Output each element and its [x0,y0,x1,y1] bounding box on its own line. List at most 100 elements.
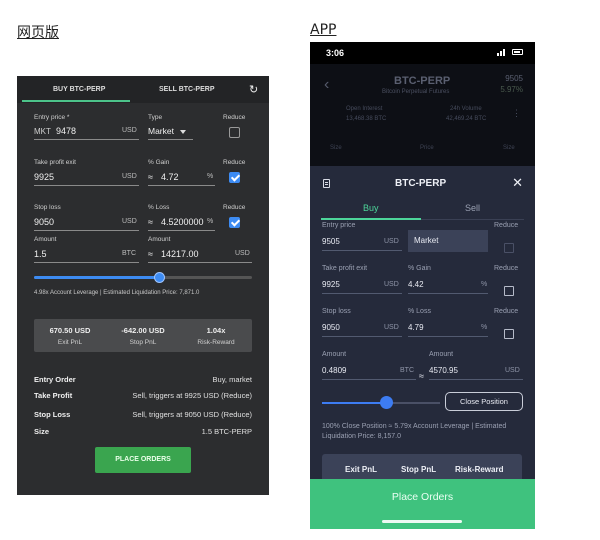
stop-loss-reduce-checkbox[interactable] [229,217,240,228]
battery-icon [512,49,523,55]
type-label: Type [148,114,163,121]
loss-unit: % [481,324,488,331]
tab-sell[interactable]: SELL BTC-PERP [159,86,215,93]
amount-btc-underline [322,379,416,380]
risk-reward-label: Risk-Reward [197,339,235,346]
entry-reduce-checkbox[interactable] [504,243,514,253]
take-profit-reduce-checkbox[interactable] [229,172,240,183]
gain-label: % Gain [408,265,431,272]
amount-usd-input[interactable]: 14217.00 [161,249,199,259]
loss-underline [148,230,215,231]
loss-input[interactable]: 4.79 [408,323,424,332]
loss-input[interactable]: 4.5200000 [161,217,204,227]
pnl-summary: 670.50 USD Exit PnL -642.00 USD Stop PnL… [34,319,252,352]
more-icon[interactable]: ⋮ [512,108,521,119]
entry-price-unit: USD [122,127,137,134]
app-caption: APP [310,22,337,38]
summary-value: Sell, triggers at 9925 USD (Reduce) [132,391,252,400]
summary-label: Stop Loss [34,410,71,419]
back-icon[interactable]: ‹ [324,76,329,94]
amount-approx: ≈ [419,371,424,381]
amount-usd-label: Amount [148,236,171,243]
order-type-value: Market [414,236,439,245]
open-interest-label: Open Interest [346,106,383,112]
web-tab-bar: BUY BTC-PERP SELL BTC-PERP ↻ [17,76,269,103]
summary-value: Sell, triggers at 9050 USD (Reduce) [132,410,252,419]
signal-icon [503,49,505,56]
slider-fill [322,402,387,404]
status-icons [497,48,523,56]
summary-value: 1.5 BTC-PERP [201,427,252,436]
order-type-select[interactable]: Market [408,230,488,252]
type-select[interactable]: Market [148,126,174,136]
gain-unit: % [481,281,488,288]
entry-price-label: Entry price * [34,114,70,121]
web-order-panel: BUY BTC-PERP SELL BTC-PERP ↻ Entry price… [17,76,269,495]
summary-label: Take Profit [34,391,73,400]
gain-underline [408,293,488,294]
home-indicator [382,520,462,523]
close-position-button[interactable]: Close Position [445,392,523,411]
orderbook-col-size: Size [330,145,342,151]
place-orders-button[interactable]: Place Orders [310,479,535,529]
amount-btc-input[interactable]: 0.4809 [322,366,346,375]
stop-loss-reduce-checkbox[interactable] [504,329,514,339]
place-orders-label: Place Orders [391,491,454,503]
take-profit-reduce-checkbox[interactable] [504,286,514,296]
amount-btc-label: Amount [322,351,347,358]
gain-approx: ≈ [148,172,153,182]
stop-loss-unit: USD [384,324,399,331]
take-profit-label: Take profit exit [322,265,368,272]
entry-price-label: Entry price [322,222,356,229]
tab-buy[interactable]: Buy [363,203,379,213]
amount-btc-input[interactable]: 1.5 [34,249,47,259]
risk-reward-label: Risk-Reward [455,465,504,474]
chevron-down-icon [180,130,186,134]
gain-input[interactable]: 4.72 [161,172,179,182]
take-profit-input[interactable]: 9925 [322,280,340,289]
reduce-label: Reduce [494,308,519,315]
stop-loss-input[interactable]: 9050 [322,323,340,332]
entry-price-input[interactable]: 9478 [56,126,76,136]
market-change: 5.97% [500,85,523,94]
leverage-slider[interactable] [34,272,252,283]
refresh-icon[interactable]: ↻ [249,83,258,96]
place-orders-button[interactable]: PLACE ORDERS [95,447,191,473]
amount-usd-approx: ≈ [148,249,153,259]
slider-handle[interactable] [380,396,393,409]
entry-price-prefix: MKT [34,127,51,136]
amount-usd-input[interactable]: 4570.95 [429,366,458,375]
stop-pnl-label: Stop PnL [401,465,437,474]
amount-usd-unit: USD [235,250,250,257]
entry-reduce-checkbox[interactable] [229,127,240,138]
loss-approx: ≈ [148,217,153,227]
position-slider[interactable] [322,396,440,409]
stop-loss-unit: USD [122,218,137,225]
summary-value: Buy, market [212,375,252,384]
status-time: 3:06 [326,48,345,58]
loss-label: % Loss [148,204,170,211]
slider-handle[interactable] [154,272,165,283]
orderbook-col-size: Size [503,145,515,151]
stop-loss-input[interactable]: 9050 [34,217,54,227]
tab-sell[interactable]: Sell [465,203,480,213]
comparison-page: 网页版 APP BUY BTC-PERP SELL BTC-PERP ↻ Ent… [0,0,600,540]
amount-usd-unit: USD [505,367,520,374]
risk-reward-value: 1.04x [206,326,226,335]
take-profit-label: Take profit exit [34,159,76,166]
close-icon[interactable]: ✕ [512,175,523,191]
stop-loss-label: Stop loss [322,308,351,315]
gain-input[interactable]: 4.42 [408,280,424,289]
gain-unit: % [207,173,214,180]
stop-loss-label: Stop loss [34,204,61,211]
volume-value: 42,469.24 BTC [446,116,487,122]
tab-buy[interactable]: BUY BTC-PERP [53,86,105,93]
market-subtitle: Bitcoin Perpetual Futures [382,89,450,95]
exit-pnl-value: 670.50 USD [49,326,91,335]
amount-btc-unit: BTC [400,367,414,374]
entry-price-input[interactable]: 9505 [322,237,340,246]
status-bar: 3:06 [310,42,535,64]
stop-loss-underline [34,230,139,231]
take-profit-input[interactable]: 9925 [34,172,54,182]
summary-label: Entry Order [34,375,76,384]
